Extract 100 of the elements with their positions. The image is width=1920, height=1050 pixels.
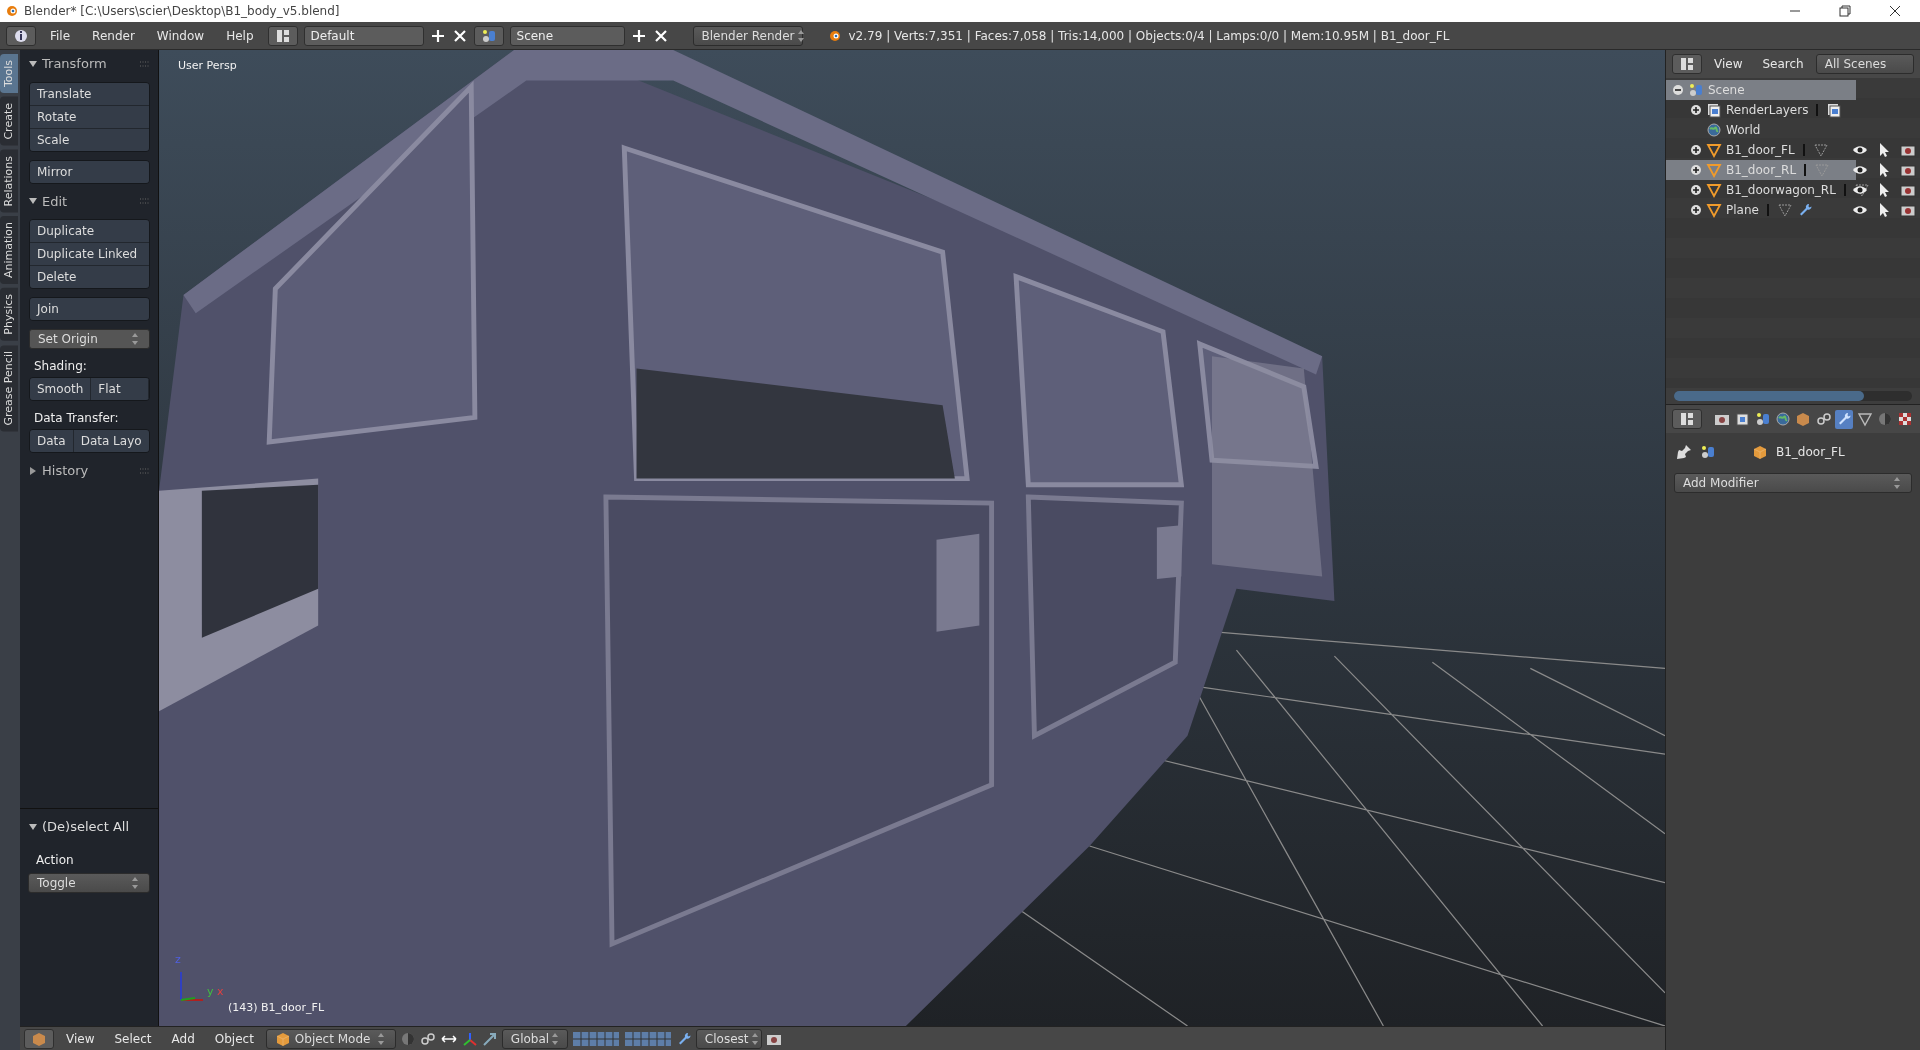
add-modifier-dropdown[interactable]: Add Modifier (1674, 473, 1912, 493)
tree-row[interactable]: B1_doorwagon_RL (1666, 180, 1920, 200)
menu-item[interactable]: Render (84, 26, 143, 45)
shading-sphere-icon[interactable] (399, 1030, 416, 1047)
tool-shelf-tab[interactable]: Relations (0, 149, 18, 213)
mode-dropdown[interactable]: Object Mode (265, 1028, 396, 1049)
menu-item[interactable]: Window (148, 26, 213, 45)
tool-shelf-tab[interactable]: Animation (0, 216, 18, 285)
close-icon[interactable] (652, 27, 669, 44)
expand-icon[interactable] (1690, 204, 1702, 216)
panel-title[interactable]: History (42, 461, 89, 481)
pin-icon[interactable] (1676, 444, 1692, 460)
axis-label: z (175, 951, 181, 968)
tool-button[interactable]: Translate (30, 82, 149, 106)
image-stack-icon (1706, 102, 1722, 118)
image-stack-icon[interactable] (1734, 411, 1751, 427)
add-icon[interactable] (429, 27, 446, 44)
editor-type-button[interactable] (24, 1028, 54, 1049)
menu-item[interactable]: Search (1754, 55, 1812, 73)
object-label: (143) B1_door_FL (228, 999, 325, 1016)
tool-button[interactable]: Data (30, 430, 74, 452)
drag-handle-icon[interactable] (140, 467, 150, 474)
checkerboard-icon[interactable] (1897, 411, 1914, 427)
drag-handle-icon[interactable] (140, 60, 150, 67)
tool-button[interactable]: Rotate (30, 105, 149, 129)
collapse-triangle-icon[interactable] (28, 821, 38, 832)
menu-item[interactable]: View (58, 1029, 103, 1048)
tool-shelf-tab[interactable]: Physics (0, 288, 18, 341)
scene-button[interactable] (473, 25, 504, 46)
menu-item[interactable]: View (1706, 55, 1751, 73)
collapse-icon[interactable] (1672, 84, 1684, 96)
expand-icon[interactable] (1690, 164, 1702, 176)
render-engine-dropdown[interactable]: Blender Render (692, 25, 803, 46)
action-dropdown[interactable]: Toggle (28, 872, 150, 893)
menu-item[interactable]: Select (106, 1029, 160, 1048)
image-stack-icon (1826, 102, 1843, 118)
set-origin-dropdown[interactable]: Set Origin (29, 329, 150, 349)
tree-row[interactable]: Plane (1666, 200, 1920, 220)
tool-button[interactable]: Join (30, 298, 149, 320)
tool-shelf-tab[interactable]: Tools (0, 54, 18, 94)
menu-item[interactable]: Object (206, 1029, 262, 1048)
tree-label: B1_doorwagon_RL (1726, 182, 1836, 199)
editor-type-button[interactable] (6, 25, 36, 46)
tree-row[interactable]: RenderLayers (1666, 100, 1920, 120)
expand-triangle-icon[interactable] (28, 465, 38, 476)
tree-row[interactable]: World (1666, 120, 1920, 140)
orientation-dropdown[interactable]: Global (501, 1028, 568, 1049)
restore-icon[interactable] (1839, 5, 1851, 17)
axis-label: x (217, 983, 224, 1000)
arrow-icon[interactable] (481, 1030, 498, 1047)
scene-field[interactable]: Scene (509, 25, 625, 46)
close-icon[interactable] (1889, 5, 1901, 17)
tool-button[interactable]: Delete (30, 266, 149, 288)
scene-statistics: v2.79 | Verts:7,351 | Faces:7,058 | Tris:14,000 | Objects:0/4 | Lamps:0/0 | Mem:10.95M | B1_door_FL (848, 27, 1450, 45)
scrollbar[interactable] (1674, 391, 1912, 401)
tool-button[interactable]: Flat (91, 378, 149, 400)
globe-icon[interactable] (1774, 411, 1791, 427)
tree-row[interactable]: B1_door_FL (1666, 140, 1920, 160)
tool-button[interactable]: Duplicate (30, 220, 149, 243)
scene-icon[interactable] (1754, 411, 1771, 427)
menu-item[interactable]: File (42, 26, 79, 45)
tool-button[interactable]: Smooth (30, 378, 92, 400)
action-label: Action (35, 851, 75, 869)
axes-icon[interactable] (461, 1030, 478, 1047)
panel-title[interactable]: Transform (42, 54, 107, 74)
cube-icon[interactable] (1795, 411, 1812, 427)
updown-arrows-icon (1891, 475, 1903, 491)
panel-title[interactable]: (De)select All (42, 817, 130, 837)
scene-icon (1700, 444, 1716, 460)
tool-button[interactable]: Duplicate Linked (30, 243, 149, 266)
expand-icon[interactable] (1690, 104, 1702, 116)
collapse-triangle-icon[interactable] (28, 58, 38, 69)
info-icon (13, 27, 29, 44)
drag-handle-icon[interactable] (140, 198, 150, 205)
add-icon[interactable] (630, 27, 647, 44)
triangle-mesh-icon[interactable] (1856, 411, 1873, 427)
expand-icon[interactable] (1690, 184, 1702, 196)
tree-label: RenderLayers (1726, 102, 1809, 119)
editor-type-button[interactable] (1672, 409, 1702, 429)
scene-filter-dropdown[interactable]: All Scenes (1815, 54, 1914, 74)
tool-shelf-tab[interactable]: Create (0, 97, 18, 146)
tool-button[interactable]: Mirror (30, 160, 149, 183)
close-icon[interactable] (451, 27, 468, 44)
sphere-icon[interactable] (1876, 411, 1893, 427)
chain-link-icon[interactable] (1815, 411, 1832, 427)
menu-item[interactable]: Help (218, 26, 262, 45)
layout-button[interactable] (267, 25, 298, 46)
tree-label: Plane (1726, 202, 1759, 219)
panel-title[interactable]: Edit (42, 191, 68, 211)
tree-label: B1_door_RL (1726, 162, 1797, 179)
menu-item[interactable]: Add (163, 1029, 203, 1048)
expand-icon[interactable] (1690, 144, 1702, 156)
snap-target-dropdown[interactable]: Closest (695, 1028, 762, 1049)
tool-button[interactable]: Scale (30, 128, 149, 151)
axis-label: y (207, 983, 214, 1000)
layout-field[interactable]: Default (303, 25, 424, 46)
window-title: Blender* [C:\Users\scier\Desktop\B1_body_v5.blend] (24, 3, 340, 20)
tool-shelf-tab[interactable]: Grease Pencil (0, 344, 18, 432)
tool-button[interactable]: Data Layo (73, 430, 149, 452)
editor-type-button[interactable] (1672, 54, 1702, 74)
